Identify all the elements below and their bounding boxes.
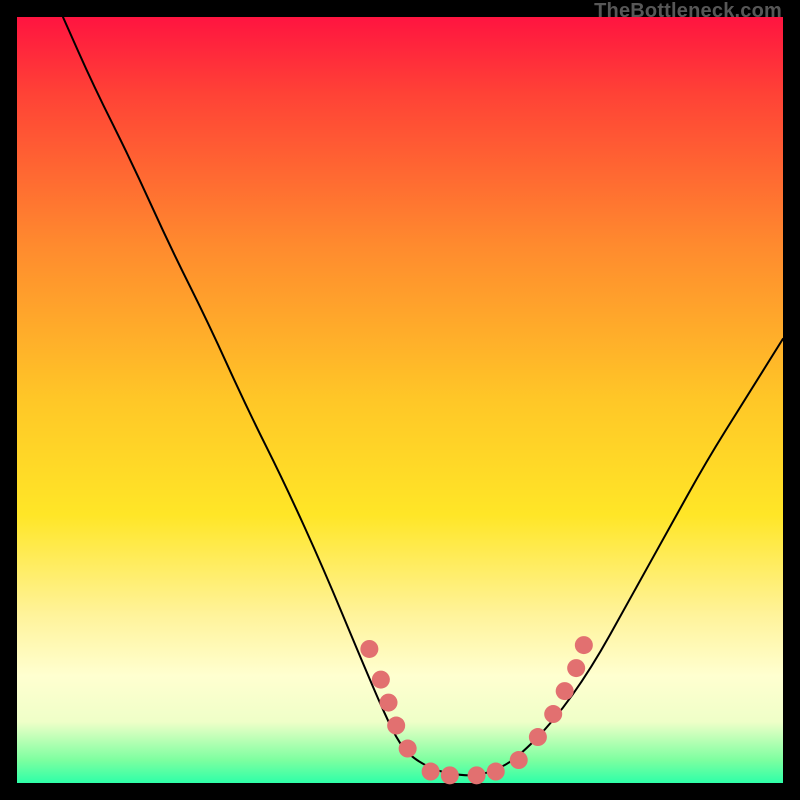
marker-dot (567, 659, 585, 677)
marker-dot (487, 763, 505, 781)
markers-group (360, 636, 592, 784)
marker-dot (360, 640, 378, 658)
watermark: TheBottleneck.com (594, 0, 782, 23)
marker-dot (387, 717, 405, 735)
marker-dot (575, 636, 593, 654)
plot-area (17, 17, 783, 783)
marker-dot (441, 766, 459, 784)
marker-dot (399, 740, 417, 758)
marker-dot (468, 766, 486, 784)
marker-dot (544, 705, 562, 723)
marker-dot (380, 694, 398, 712)
chart-container: TheBottleneck.com (0, 0, 800, 800)
marker-dot (372, 671, 390, 689)
marker-dot (510, 751, 528, 769)
bottleneck-curve (63, 17, 783, 775)
marker-dot (556, 682, 574, 700)
bottleneck-curve-svg (17, 17, 783, 783)
marker-dot (422, 763, 440, 781)
marker-dot (529, 728, 547, 746)
